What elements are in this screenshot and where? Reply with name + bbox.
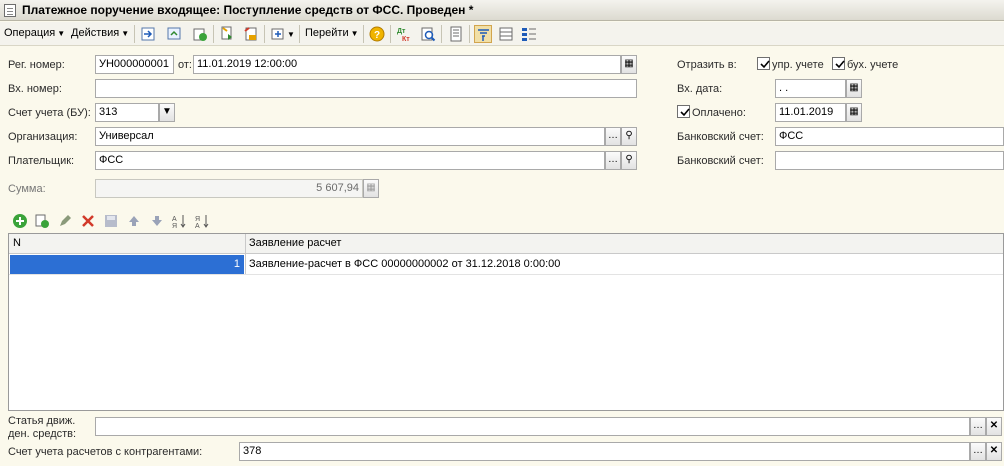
- select-button[interactable]: …: [605, 127, 621, 146]
- bank-account-2-field[interactable]: [775, 151, 1004, 170]
- dt-kt-icon[interactable]: Дт Кт: [395, 25, 413, 43]
- svg-text:Дт: Дт: [397, 28, 406, 35]
- sort-asc-icon[interactable]: AЯ: [172, 213, 188, 230]
- account-field[interactable]: 313: [95, 103, 159, 122]
- search-icon[interactable]: ⚲: [621, 151, 637, 170]
- post-icon[interactable]: [139, 25, 157, 43]
- svg-text:A: A: [195, 223, 200, 229]
- paid-checkbox[interactable]: [677, 105, 690, 118]
- edit-icon[interactable]: [57, 213, 73, 229]
- cash-flow-label-line2: ден. средств:: [8, 428, 77, 440]
- sum-label: Сумма:: [8, 183, 46, 195]
- column-header-statement[interactable]: Заявление расчет: [249, 237, 341, 249]
- copy-row-icon[interactable]: [34, 213, 50, 229]
- calendar-icon[interactable]: ▦: [846, 79, 862, 98]
- move-icon[interactable]: [242, 25, 260, 43]
- sum-field: 5 607,94: [95, 179, 363, 198]
- help-icon[interactable]: ?: [368, 25, 386, 43]
- row-number-cell[interactable]: 1: [10, 255, 244, 274]
- cash-flow-label-line1: Статья движ.: [8, 415, 76, 427]
- window-title: Платежное поручение входящее: Поступлени…: [22, 3, 474, 17]
- statement-cell[interactable]: Заявление-расчет в ФСС 00000000002 от 31…: [249, 258, 560, 270]
- account-label: Счет учета (БУ):: [8, 107, 91, 119]
- sort-desc-icon[interactable]: ЯA: [195, 213, 211, 230]
- date-from-label: от:: [178, 59, 192, 71]
- svg-text:?: ?: [374, 30, 380, 41]
- bank-account-2-label: Банковский счет:: [677, 155, 764, 167]
- buh-label: бух. учете: [847, 59, 899, 71]
- cash-flow-field[interactable]: [95, 417, 970, 436]
- filter-icon[interactable]: [474, 25, 492, 43]
- select-button[interactable]: …: [605, 151, 621, 170]
- select-button[interactable]: …: [970, 442, 986, 461]
- delete-icon[interactable]: [80, 213, 96, 229]
- organization-label: Организация:: [8, 131, 78, 143]
- title-bar: Платежное поручение входящее: Поступлени…: [0, 0, 1004, 21]
- incoming-number-field[interactable]: [95, 79, 637, 98]
- payer-label: Плательщик:: [8, 155, 75, 167]
- svg-text:Я: Я: [195, 216, 200, 223]
- contractor-account-field[interactable]: 378: [239, 442, 970, 461]
- svg-text:Я: Я: [172, 223, 177, 229]
- list-icon[interactable]: [497, 25, 515, 43]
- structure-dropdown[interactable]: ▼: [287, 30, 295, 39]
- column-header-n[interactable]: N: [13, 237, 21, 249]
- refresh-icon[interactable]: [165, 25, 183, 43]
- search-icon[interactable]: ⚲: [621, 127, 637, 146]
- organization-field[interactable]: Универсал: [95, 127, 605, 146]
- print-icon[interactable]: [218, 25, 236, 43]
- select-button[interactable]: …: [970, 417, 986, 436]
- incoming-date-label: Вх. дата:: [677, 83, 723, 95]
- reg-number-label: Рег. номер:: [8, 59, 65, 71]
- report-icon[interactable]: [447, 25, 465, 43]
- reg-number-field[interactable]: УН000000001: [95, 55, 174, 74]
- upr-checkbox[interactable]: [757, 57, 770, 70]
- calculator-icon: ▦: [363, 179, 379, 198]
- preview-icon[interactable]: [419, 25, 437, 43]
- bank-account-label: Банковский счет:: [677, 131, 764, 143]
- reflect-label: Отразить в:: [677, 59, 737, 71]
- incoming-number-label: Вх. номер:: [8, 83, 62, 95]
- copy-icon[interactable]: [191, 25, 209, 43]
- move-up-icon[interactable]: [126, 213, 142, 229]
- add-icon[interactable]: [12, 213, 28, 229]
- settings-icon[interactable]: [520, 25, 538, 43]
- svg-text:A: A: [172, 216, 177, 223]
- end-edit-icon: [103, 213, 119, 229]
- document-icon: [4, 4, 16, 17]
- upr-label: упр. учете: [772, 59, 824, 71]
- table-header: N Заявление расчет: [9, 234, 1003, 254]
- actions-menu[interactable]: Действия ▼: [71, 27, 129, 39]
- clear-icon[interactable]: ✕: [986, 442, 1002, 461]
- calendar-icon[interactable]: ▦: [621, 55, 637, 74]
- bank-account-field[interactable]: ФСС: [775, 127, 1004, 146]
- calendar-icon[interactable]: ▦: [846, 103, 862, 122]
- paid-date-field[interactable]: 11.01.2019: [775, 103, 846, 122]
- statements-table[interactable]: N Заявление расчет 1 Заявление-расчет в …: [8, 233, 1004, 411]
- incoming-date-field[interactable]: . .: [775, 79, 846, 98]
- toolbar: Операция ▼ Действия ▼ ▼ Перейти ▼ ? Дт Кт: [0, 22, 1004, 46]
- move-down-icon[interactable]: [149, 213, 165, 229]
- buh-checkbox[interactable]: [832, 57, 845, 70]
- payer-field[interactable]: ФСС: [95, 151, 605, 170]
- operation-menu[interactable]: Операция ▼: [4, 27, 65, 39]
- clear-icon[interactable]: ✕: [986, 417, 1002, 436]
- date-field[interactable]: 11.01.2019 12:00:00: [193, 55, 621, 74]
- chevron-down-icon[interactable]: ▼: [159, 103, 175, 122]
- svg-text:Кт: Кт: [402, 36, 410, 42]
- contractor-account-label: Счет учета расчетов с контрагентами:: [8, 446, 203, 458]
- structure-icon[interactable]: [269, 25, 287, 43]
- goto-menu[interactable]: Перейти ▼: [305, 27, 359, 39]
- paid-label: Оплачено:: [692, 107, 746, 119]
- table-row[interactable]: 1 Заявление-расчет в ФСС 00000000002 от …: [9, 255, 1003, 274]
